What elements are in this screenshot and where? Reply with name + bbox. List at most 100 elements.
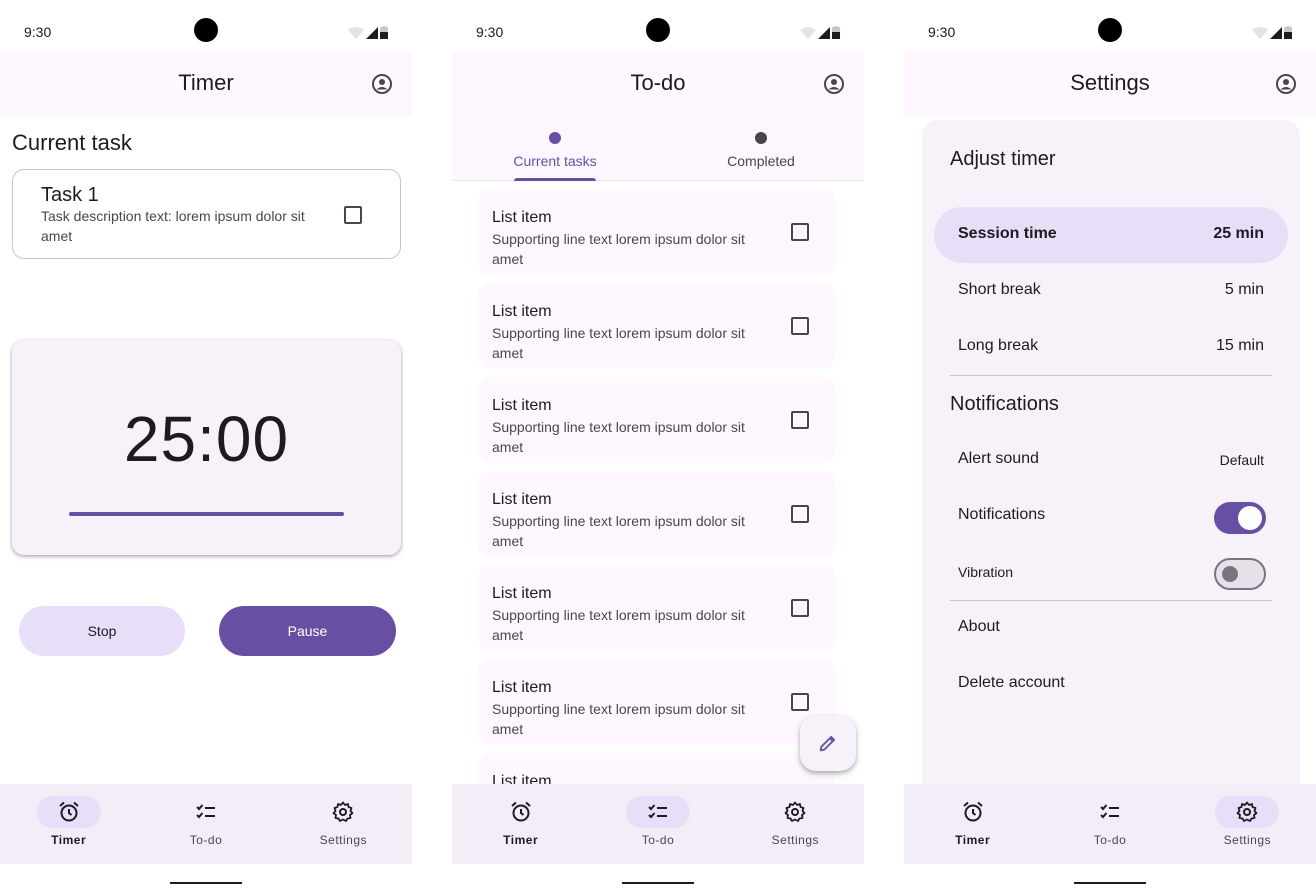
nav-item-settings[interactable]: Settings bbox=[727, 784, 864, 864]
notifications-switch[interactable] bbox=[1214, 502, 1266, 534]
list-item[interactable]: List item Supporting line text lorem ips… bbox=[478, 283, 835, 369]
signal-icon bbox=[366, 27, 378, 39]
edit-fab[interactable] bbox=[800, 715, 856, 771]
nav-item-todo[interactable]: To-do bbox=[589, 784, 726, 864]
list-item[interactable]: List item bbox=[478, 753, 835, 784]
about-label: About bbox=[958, 618, 1000, 635]
list-item-checkbox[interactable] bbox=[791, 505, 809, 523]
timer-card: 25:00 bbox=[12, 340, 401, 555]
notifications-row: Notifications bbox=[934, 488, 1288, 544]
list-item-supporting-text: Supporting line text lorem ipsum dolor s… bbox=[492, 513, 745, 549]
list-item-title: List item bbox=[492, 585, 552, 602]
delete-account-row[interactable]: Delete account bbox=[934, 656, 1288, 712]
short-break-row[interactable]: Short break 5 min bbox=[934, 263, 1288, 319]
account-icon[interactable] bbox=[370, 72, 394, 96]
list-item-title: List item bbox=[492, 397, 552, 414]
session-time-label: Session time bbox=[958, 225, 1057, 242]
task-checkbox[interactable] bbox=[344, 206, 362, 224]
gesture-handle[interactable] bbox=[622, 882, 694, 884]
nav-item-settings[interactable]: Settings bbox=[275, 784, 412, 864]
nav-indicator bbox=[1078, 796, 1142, 828]
nav-label-timer: Timer bbox=[503, 833, 539, 847]
list-item[interactable]: List item Supporting line text lorem ips… bbox=[478, 189, 835, 275]
list-item[interactable]: List item Supporting line text lorem ips… bbox=[478, 377, 835, 463]
signal-icon bbox=[1270, 27, 1282, 39]
nav-item-timer[interactable]: Timer bbox=[452, 784, 589, 864]
tab-dot-icon bbox=[755, 132, 767, 144]
nav-indicator bbox=[311, 796, 375, 828]
delete-account-label: Delete account bbox=[958, 674, 1065, 691]
stop-button[interactable]: Stop bbox=[19, 606, 185, 656]
list-item-checkbox[interactable] bbox=[791, 693, 809, 711]
top-app-bar: Timer bbox=[0, 52, 412, 116]
wifi-icon bbox=[348, 27, 364, 39]
list-item[interactable]: List item Supporting line text lorem ips… bbox=[478, 659, 835, 745]
account-icon[interactable] bbox=[822, 72, 846, 96]
top-app-bar: Settings bbox=[904, 52, 1316, 116]
checklist-icon bbox=[196, 804, 215, 819]
nav-indicator bbox=[941, 796, 1005, 828]
task-card[interactable]: Task 1 Task description text: lorem ipsu… bbox=[12, 169, 401, 259]
gesture-handle[interactable] bbox=[1074, 882, 1146, 884]
status-bar: 9:30 bbox=[904, 0, 1316, 52]
session-time-row[interactable]: Session time 25 min bbox=[934, 207, 1288, 263]
nav-item-todo[interactable]: To-do bbox=[1041, 784, 1178, 864]
camera-cutout bbox=[1098, 18, 1122, 42]
status-time: 9:30 bbox=[476, 24, 504, 40]
status-bar: 9:30 bbox=[452, 0, 864, 52]
nav-label-timer: Timer bbox=[955, 833, 991, 847]
vibration-switch[interactable] bbox=[1214, 558, 1266, 590]
status-bar: 9:30 bbox=[0, 0, 412, 52]
divider bbox=[950, 375, 1272, 376]
alert-sound-row[interactable]: Alert sound Default bbox=[934, 432, 1288, 488]
vibration-label: Vibration bbox=[958, 564, 1014, 580]
tab-completed[interactable]: Completed bbox=[658, 116, 864, 181]
list-item-checkbox[interactable] bbox=[791, 599, 809, 617]
pause-button[interactable]: Pause bbox=[219, 606, 396, 656]
pencil-icon bbox=[819, 735, 836, 752]
gear-icon bbox=[784, 801, 806, 822]
status-time: 9:30 bbox=[928, 24, 956, 40]
nav-indicator bbox=[1215, 796, 1280, 828]
long-break-row[interactable]: Long break 15 min bbox=[934, 319, 1288, 375]
todo-screen: 9:30 To-do Current tasks Completed List … bbox=[452, 0, 864, 892]
timer-progress-bar bbox=[69, 512, 344, 516]
list-item-supporting-text: Supporting line text lorem ipsum dolor s… bbox=[492, 701, 745, 737]
nav-indicator bbox=[174, 796, 238, 828]
list-item-checkbox[interactable] bbox=[791, 317, 809, 335]
list-item[interactable]: List item Supporting line text lorem ips… bbox=[478, 565, 835, 651]
gesture-handle[interactable] bbox=[170, 882, 242, 884]
bottom-navigation: Timer To-do Settings bbox=[0, 784, 412, 864]
task-title: Task 1 bbox=[41, 184, 99, 206]
list-item-supporting-text: Supporting line text lorem ipsum dolor s… bbox=[492, 607, 745, 643]
list-item-title: List item bbox=[492, 303, 552, 320]
list-item-checkbox[interactable] bbox=[791, 223, 809, 241]
page-title: Settings bbox=[1070, 70, 1150, 95]
alert-sound-value: Default bbox=[1219, 452, 1264, 468]
nav-label-timer: Timer bbox=[51, 833, 87, 847]
gear-icon bbox=[332, 801, 354, 822]
nav-indicator bbox=[625, 796, 690, 828]
notifications-label: Notifications bbox=[958, 506, 1046, 523]
task-list[interactable]: List item Supporting line text lorem ips… bbox=[452, 181, 864, 784]
status-icons bbox=[800, 26, 840, 39]
account-icon[interactable] bbox=[1274, 72, 1298, 96]
nav-label-settings: Settings bbox=[771, 833, 819, 847]
nav-label-todo: To-do bbox=[641, 833, 675, 847]
nav-item-timer[interactable]: Timer bbox=[0, 784, 137, 864]
tab-label: Completed bbox=[727, 153, 795, 169]
notifications-heading: Notifications bbox=[950, 393, 1059, 415]
about-row[interactable]: About bbox=[934, 600, 1288, 656]
list-item[interactable]: List item Supporting line text lorem ips… bbox=[478, 471, 835, 557]
list-item-checkbox[interactable] bbox=[791, 411, 809, 429]
checklist-icon bbox=[648, 804, 667, 819]
alarm-clock-icon bbox=[510, 801, 531, 822]
long-break-value: 15 min bbox=[1215, 337, 1264, 354]
list-item-supporting-text: Supporting line text lorem ipsum dolor s… bbox=[492, 231, 745, 267]
nav-item-settings[interactable]: Settings bbox=[1179, 784, 1316, 864]
list-item-supporting-text: Supporting line text lorem ipsum dolor s… bbox=[492, 419, 745, 455]
nav-item-timer[interactable]: Timer bbox=[904, 784, 1041, 864]
top-app-bar: To-do bbox=[452, 52, 864, 116]
nav-item-todo[interactable]: To-do bbox=[137, 784, 274, 864]
tab-current-tasks[interactable]: Current tasks bbox=[452, 116, 658, 181]
